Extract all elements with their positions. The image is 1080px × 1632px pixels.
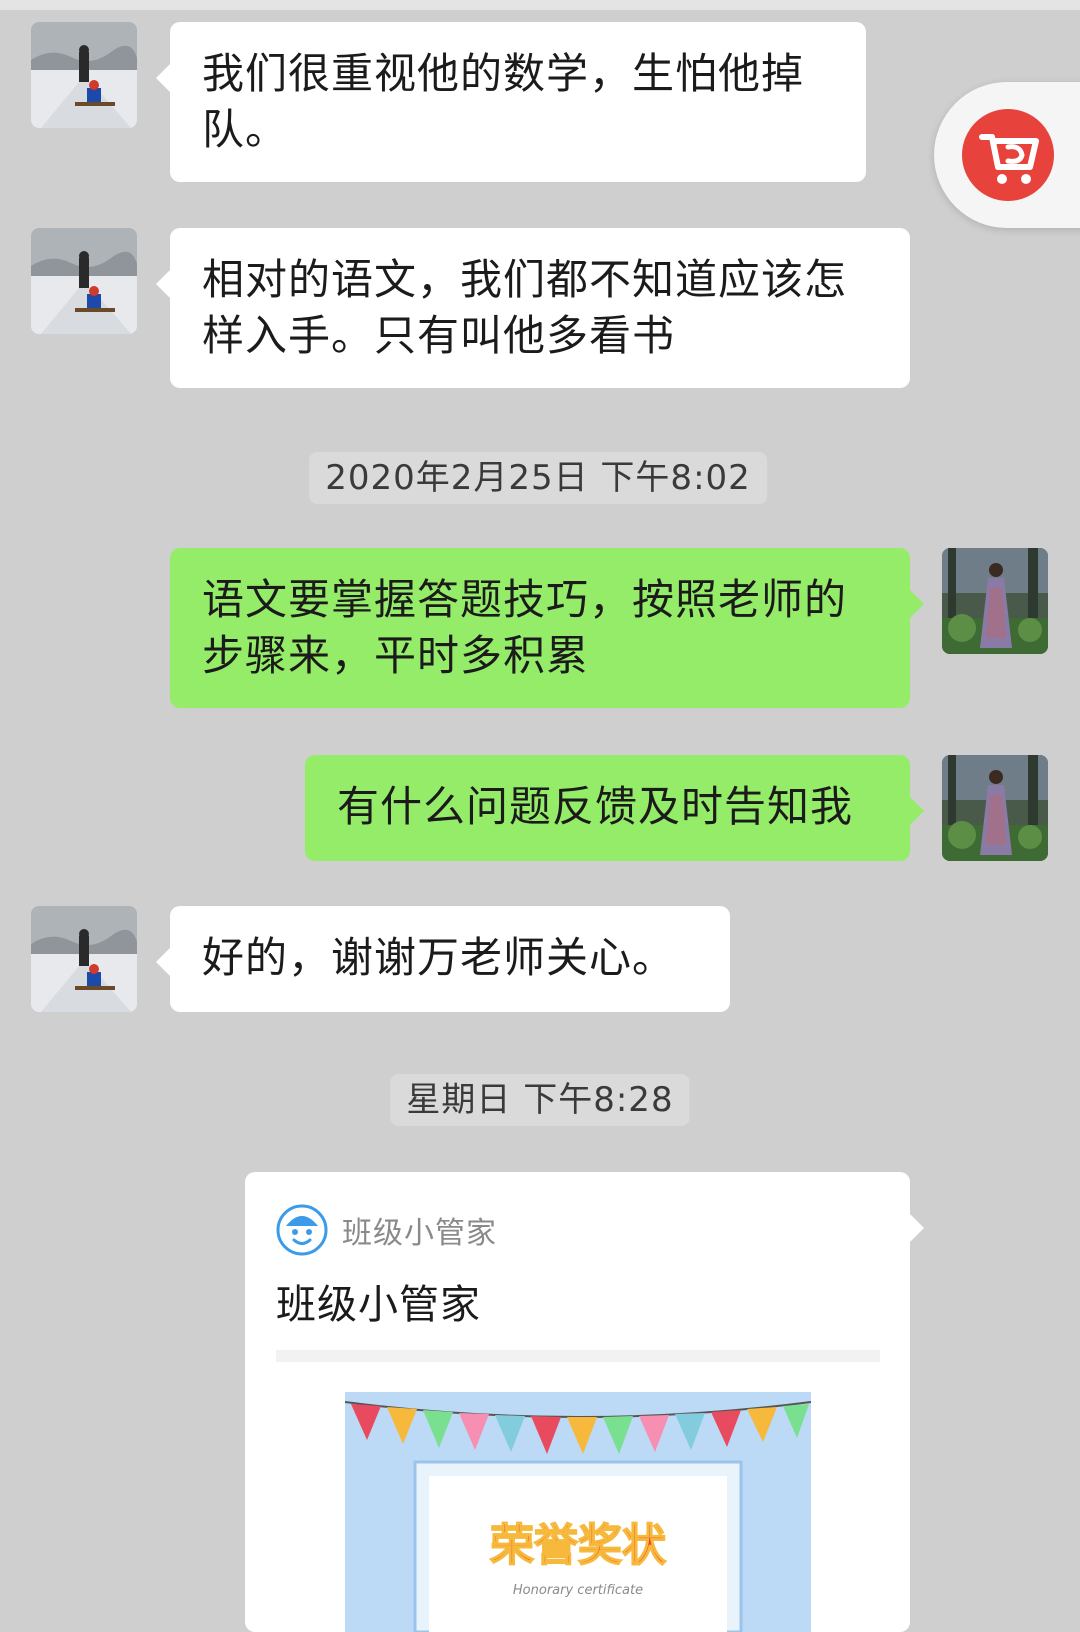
message-text-line: 步骤来，平时多积累 — [202, 631, 590, 680]
message-bubble-outgoing[interactable]: 语文要掌握答题技巧，按照老师的 步骤来，平时多积累 — [170, 548, 924, 708]
message-bubble-incoming[interactable]: 我们很重视他的数学，生怕他掉 队。 — [156, 22, 866, 182]
timestamp: 星期日 下午8:28 — [390, 1074, 690, 1126]
card-header: 班级小管家 — [276, 1204, 497, 1256]
parent-avatar[interactable] — [31, 906, 137, 1012]
message-text-line: 我们很重视他的数学，生怕他掉 — [202, 49, 805, 98]
teacher-avatar[interactable] — [942, 755, 1048, 861]
shopping-cart-return-icon — [962, 109, 1054, 201]
card-divider — [276, 1350, 880, 1362]
message-text-line: 队。 — [202, 105, 289, 154]
teacher-avatar[interactable] — [942, 548, 1048, 654]
certificate-title: 荣誉奖状 — [490, 1520, 667, 1571]
card-source-name: 班级小管家 — [342, 1216, 497, 1251]
message-bubble-incoming[interactable]: 好的，谢谢万老师关心。 — [156, 906, 730, 1012]
parent-avatar[interactable] — [31, 228, 137, 334]
message-text-line: 有什么问题反馈及时告知我 — [337, 782, 854, 831]
parent-avatar[interactable] — [31, 22, 137, 128]
top-edge-bar — [0, 0, 1080, 10]
message-bubble-incoming[interactable]: 相对的语文，我们都不知道应该怎 样入手。只有叫他多看书 — [156, 228, 910, 388]
timestamp: 2020年2月25日 下午8:02 — [309, 452, 767, 504]
message-text-line: 好的，谢谢万老师关心。 — [202, 933, 676, 982]
smiley-face-logo-icon — [276, 1204, 328, 1256]
floating-return-button[interactable] — [934, 82, 1080, 228]
message-text-line: 相对的语文，我们都不知道应该怎 — [202, 255, 848, 304]
message-bubble-outgoing[interactable]: 有什么问题反馈及时告知我 — [305, 755, 924, 861]
card-title: 班级小管家 — [276, 1282, 481, 1328]
card-preview-image: 荣誉奖状 Honorary certificate — [345, 1392, 811, 1632]
message-text-line: 样入手。只有叫他多看书 — [202, 311, 676, 360]
certificate-subtitle: Honorary certificate — [513, 1583, 643, 1598]
mini-program-share-card[interactable]: 班级小管家 班级小管家 荣誉奖状 Honorary certificate — [245, 1172, 924, 1632]
message-text-line: 语文要掌握答题技巧，按照老师的 — [202, 575, 848, 624]
